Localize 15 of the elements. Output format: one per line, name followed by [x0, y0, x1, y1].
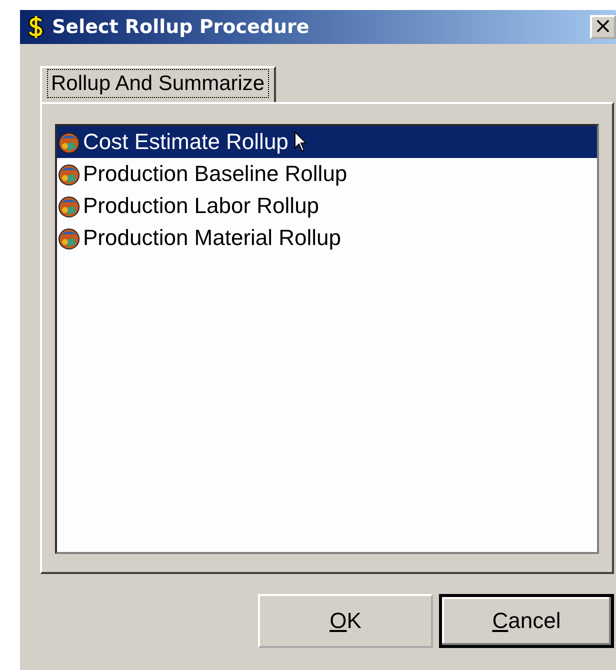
- close-button[interactable]: ×: [590, 15, 616, 39]
- procedure-item[interactable]: Production Baseline Rollup: [57, 158, 597, 190]
- procedure-item[interactable]: Cost Estimate Rollup: [57, 126, 597, 158]
- procedure-item[interactable]: Production Labor Rollup: [57, 190, 597, 222]
- globe-icon: [57, 130, 81, 154]
- dollar-icon: [26, 15, 46, 39]
- globe-icon: [57, 162, 81, 186]
- procedure-item[interactable]: Production Material Rollup: [57, 222, 597, 254]
- dialog-button[interactable]: Cancel: [439, 594, 614, 648]
- dialog-button[interactable]: OK: [258, 594, 433, 648]
- window-title: Select Rollup Procedure: [52, 16, 310, 38]
- tab[interactable]: Rollup And Summarize: [40, 66, 276, 102]
- mouse-cursor-icon: [294, 131, 308, 153]
- globe-icon: [57, 194, 81, 218]
- globe-icon: [57, 226, 81, 250]
